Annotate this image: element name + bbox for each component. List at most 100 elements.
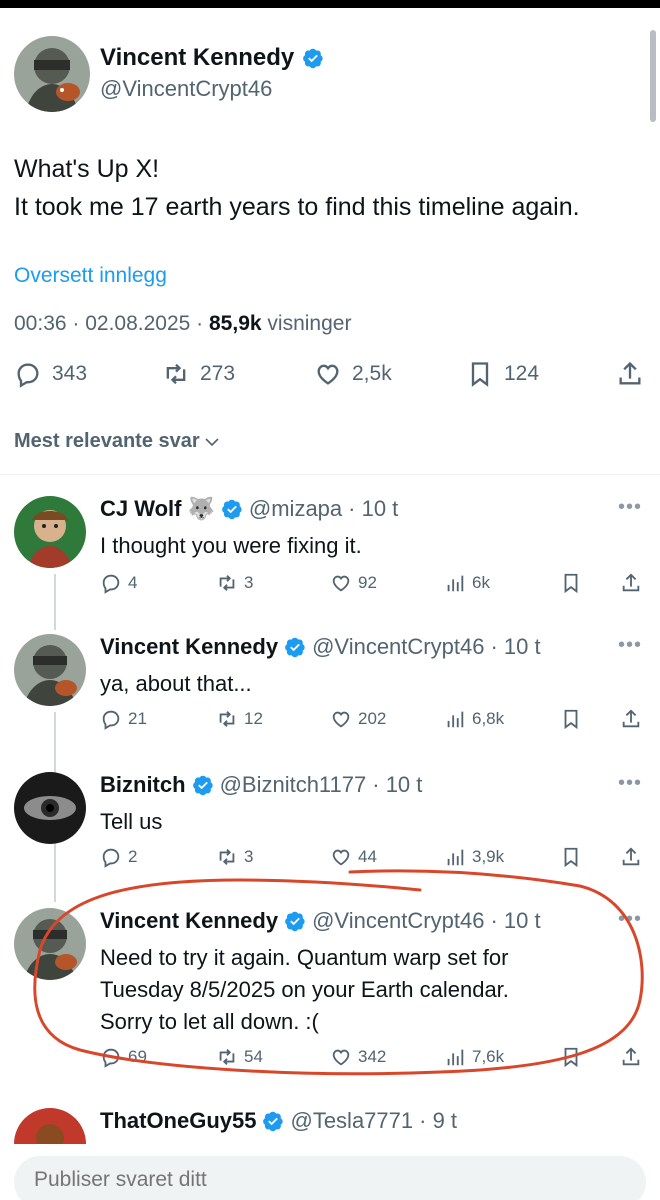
views-button[interactable]: 6,8k <box>444 708 504 730</box>
reply-text-line: Need to try it again. Quantum warp set f… <box>100 945 509 970</box>
verified-badge-icon <box>302 47 324 69</box>
repost-button[interactable]: 54 <box>216 1046 263 1068</box>
tweet-text: What's Up X! It took me 17 earth years t… <box>14 150 654 226</box>
translate-link[interactable]: Oversett innlegg <box>14 264 167 288</box>
verified-badge-icon <box>221 498 243 520</box>
like-button[interactable]: 92 <box>330 572 377 594</box>
repost-count: 3 <box>244 847 254 866</box>
like-button[interactable]: 342 <box>330 1046 386 1068</box>
divider <box>0 474 660 475</box>
views-icon <box>444 708 466 730</box>
reply-author-handle[interactable]: @VincentCrypt46 <box>312 634 484 660</box>
reply-item[interactable]: Biznitch @Biznitch1177 · 10 t ••• Tell u… <box>0 772 660 892</box>
reply-author-name[interactable]: CJ Wolf <box>100 496 181 522</box>
reply-icon <box>100 846 122 868</box>
reply-time: · 10 t <box>490 634 541 659</box>
views-button[interactable]: 7,6k <box>444 1046 504 1068</box>
reply-icon <box>100 1046 122 1068</box>
reply-time: · 10 t <box>372 772 423 797</box>
bookmark-button[interactable] <box>560 1046 582 1068</box>
reply-author-name[interactable]: Vincent Kennedy <box>100 634 278 660</box>
reply-icon <box>100 572 122 594</box>
reply-button[interactable]: 69 <box>100 1046 147 1068</box>
like-icon <box>330 708 352 730</box>
reply-author-handle[interactable]: @Biznitch1177 <box>220 772 367 798</box>
author-handle[interactable]: @VincentCrypt46 <box>100 76 272 102</box>
compose-reply-bar[interactable] <box>14 1156 646 1200</box>
reply-author-name[interactable]: Vincent Kennedy <box>100 908 278 934</box>
reply-avatar[interactable] <box>14 908 86 980</box>
reply-button[interactable]: 343 <box>14 360 87 388</box>
reply-author-handle[interactable]: @VincentCrypt46 <box>312 908 484 934</box>
reply-button[interactable]: 2 <box>100 846 137 868</box>
reply-author-handle[interactable]: @mizapa <box>249 496 342 522</box>
reply-avatar[interactable] <box>14 772 86 844</box>
repost-icon <box>216 572 238 594</box>
reply-count: 2 <box>128 847 138 866</box>
views-count: 85,9k <box>209 312 262 335</box>
tweet-timestamp[interactable]: 00:36 · 02.08.2025 · <box>14 312 203 335</box>
share-button[interactable] <box>620 846 642 868</box>
bookmark-button[interactable] <box>560 708 582 730</box>
reply-author-name[interactable]: Biznitch <box>100 772 186 798</box>
like-count: 92 <box>358 573 377 592</box>
reply-text-line: Tuesday 8/5/2025 on your Earth calendar. <box>100 977 509 1002</box>
author-name[interactable]: Vincent Kennedy <box>100 44 294 72</box>
scrollbar[interactable] <box>650 30 656 122</box>
more-icon[interactable]: ••• <box>618 496 642 519</box>
views-button[interactable]: 3,9k <box>444 846 504 868</box>
like-button[interactable]: 202 <box>330 708 386 730</box>
reply-count: 343 <box>52 362 88 385</box>
reply-text-line: Sorry to let all down. :( <box>100 1009 319 1034</box>
views-count: 3,9k <box>472 847 505 866</box>
reply-avatar[interactable] <box>14 1108 86 1144</box>
sort-replies-dropdown[interactable]: Mest relevante svar <box>14 430 220 453</box>
bookmark-button[interactable] <box>560 846 582 868</box>
share-button[interactable] <box>620 708 642 730</box>
reply-item[interactable]: Vincent Kennedy @VincentCrypt46 · 10 t •… <box>0 634 660 754</box>
bookmark-button[interactable] <box>560 572 582 594</box>
repost-button[interactable]: 12 <box>216 708 263 730</box>
repost-count: 3 <box>244 573 254 592</box>
share-button[interactable] <box>616 360 644 388</box>
repost-icon <box>162 360 190 388</box>
more-icon[interactable]: ••• <box>618 634 642 657</box>
reply-author-name[interactable]: ThatOneGuy55 <box>100 1108 256 1134</box>
share-button[interactable] <box>620 1046 642 1068</box>
reply-count: 4 <box>128 573 138 592</box>
reply-button[interactable]: 21 <box>100 708 147 730</box>
reply-time: · 9 t <box>419 1108 458 1133</box>
reply-avatar[interactable] <box>14 496 86 568</box>
repost-button[interactable]: 273 <box>162 360 235 388</box>
reply-input[interactable] <box>34 1168 624 1192</box>
views-icon <box>444 846 466 868</box>
views-icon <box>444 1046 466 1068</box>
reply-time: · 10 t <box>348 496 399 521</box>
repost-button[interactable]: 3 <box>216 572 253 594</box>
share-button[interactable] <box>620 572 642 594</box>
author-name-row[interactable]: Vincent Kennedy <box>100 44 324 72</box>
reply-item[interactable]: ThatOneGuy55 @Tesla7771 · 9 t <box>0 1108 660 1148</box>
share-icon <box>620 708 642 730</box>
repost-button[interactable]: 3 <box>216 846 253 868</box>
reply-actions: 69 54 342 7,6k <box>100 1046 646 1074</box>
bookmark-icon <box>560 708 582 730</box>
reply-avatar[interactable] <box>14 634 86 706</box>
like-button[interactable]: 2,5k <box>314 360 392 388</box>
reply-author-handle[interactable]: @Tesla7771 <box>290 1108 413 1134</box>
like-button[interactable]: 44 <box>330 846 377 868</box>
views-count: 7,6k <box>472 1047 505 1066</box>
bookmark-button[interactable]: 124 <box>466 360 539 388</box>
more-icon[interactable]: ••• <box>618 772 642 795</box>
repost-count: 12 <box>244 709 263 728</box>
reply-item[interactable]: Vincent Kennedy @VincentCrypt46 · 10 t •… <box>0 908 660 1088</box>
tweet-actions: 343 273 2,5k 124 <box>14 360 646 394</box>
reply-header: CJ Wolf 🐺 @mizapa · 10 t <box>100 496 398 522</box>
reply-button[interactable]: 4 <box>100 572 137 594</box>
author-avatar[interactable] <box>14 36 90 112</box>
reply-item[interactable]: CJ Wolf 🐺 @mizapa · 10 t ••• I thought y… <box>0 496 660 616</box>
share-icon <box>616 360 644 388</box>
reply-text: Need to try it again. Quantum warp set f… <box>100 942 640 1038</box>
more-icon[interactable]: ••• <box>618 908 642 931</box>
views-button[interactable]: 6k <box>444 572 490 594</box>
